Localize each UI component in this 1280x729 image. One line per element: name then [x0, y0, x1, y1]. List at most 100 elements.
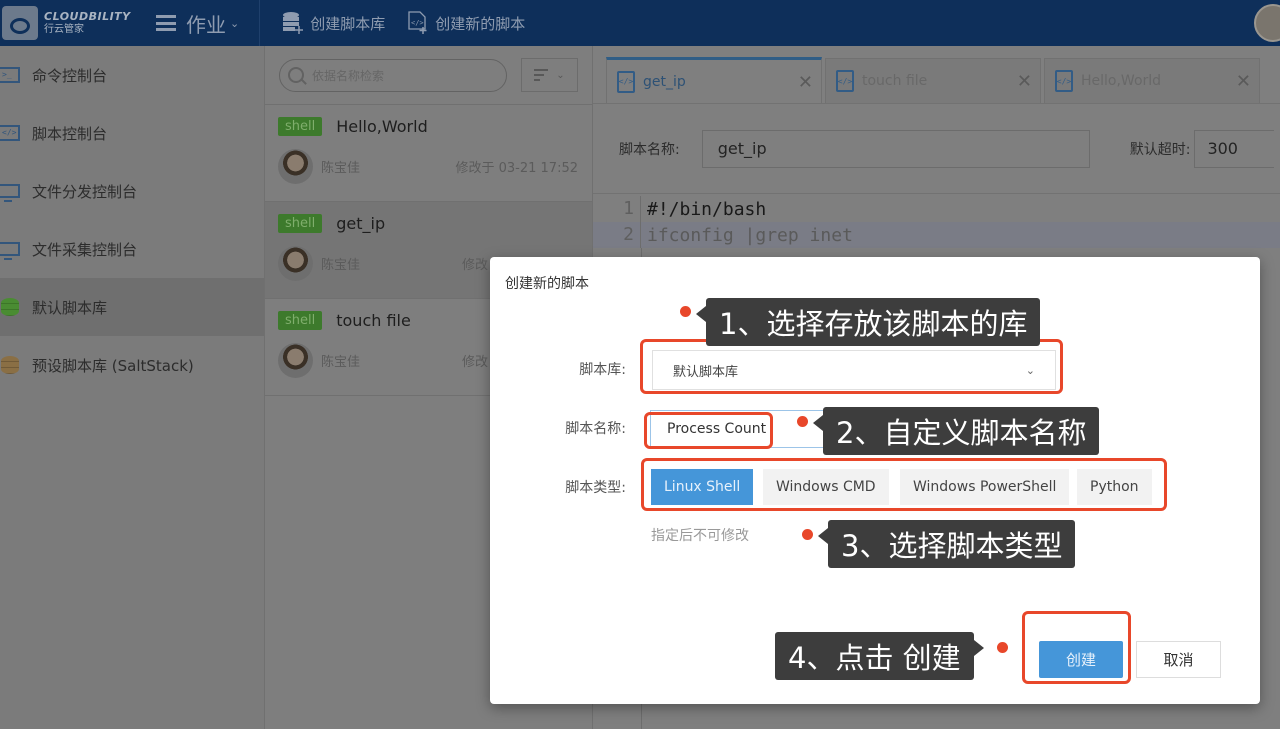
chevron-down-icon: ⌄ — [230, 16, 240, 30]
annotation-dot — [797, 416, 808, 427]
file-code-add-icon: </> — [408, 11, 427, 34]
sidebar-item-script-console[interactable]: </> 脚本控制台 — [0, 104, 264, 162]
logo: CLOUDBILITY 行云管家 — [0, 0, 150, 46]
line-number: 1 — [593, 196, 641, 222]
script-type-tag: shell — [278, 117, 323, 136]
database-icon — [1, 356, 19, 374]
script-name-label: 脚本名称: — [565, 421, 626, 437]
tab-label: Hello,World — [1081, 73, 1162, 89]
create-script-label: 创建新的脚本 — [435, 14, 526, 33]
chevron-down-icon: ⌄ — [556, 69, 565, 81]
avatar — [278, 149, 313, 184]
job-menu-button[interactable]: 作业 ⌄ — [156, 9, 239, 38]
annotation-highlight-type — [641, 458, 1167, 511]
script-list-item[interactable]: shell Hello,World 陈宝佳 修改于 03-21 17:52 — [265, 105, 592, 202]
annotation-highlight-create — [1022, 611, 1131, 684]
logo-icon — [2, 6, 38, 40]
script-type-tag: shell — [278, 214, 323, 233]
script-modified: 修改 — [461, 355, 488, 370]
close-icon[interactable]: ✕ — [1017, 71, 1032, 92]
sidebar-item-label: 预设脚本库 (SaltStack) — [32, 356, 194, 375]
sidebar-item-command-console[interactable]: >_ 命令控制台 — [0, 46, 264, 104]
sort-icon — [534, 69, 549, 81]
sidebar-item-label: 脚本控制台 — [32, 124, 108, 143]
terminal-icon: >_ — [0, 67, 20, 83]
search-icon — [288, 67, 304, 83]
script-name: get_ip — [336, 214, 386, 233]
annotation-step-3: 3、选择脚本类型 — [817, 520, 1076, 568]
dialog-title: 创建新的脚本 — [505, 276, 589, 292]
annotation-dot — [680, 306, 691, 317]
close-icon[interactable]: ✕ — [798, 72, 813, 93]
script-name-field[interactable] — [701, 129, 1090, 168]
annotation-highlight-name — [644, 412, 773, 449]
file-collect-icon — [0, 242, 20, 260]
sidebar-item-label: 文件分发控制台 — [32, 182, 138, 201]
hamburger-icon — [156, 15, 176, 31]
job-menu-label: 作业 — [186, 12, 226, 37]
sort-dropdown[interactable]: ⌄ — [521, 58, 578, 92]
editor-tabs: </> get_ip ✕ </> touch file ✕ </> Hello,… — [593, 46, 1280, 104]
logo-text-en: CLOUDBILITY — [44, 10, 131, 23]
top-header: CLOUDBILITY 行云管家 作业 ⌄ 创建脚本库 </> 创建新的脚本 — [0, 0, 1280, 46]
sidebar-item-label: 命令控制台 — [32, 66, 108, 85]
file-code-icon: </> — [836, 70, 854, 92]
type-hint: 指定后不可修改 — [651, 528, 749, 544]
create-library-button[interactable]: 创建脚本库 — [282, 11, 385, 35]
script-author: 陈宝佳 — [321, 258, 361, 273]
line-number: 2 — [593, 222, 641, 248]
sidebar: >_ 命令控制台 </> 脚本控制台 文件分发控制台 文件采集控制台 默认脚本库… — [0, 46, 265, 729]
code-text: ifconfig |grep inet — [647, 224, 853, 246]
annotation-dot — [802, 529, 813, 540]
user-avatar[interactable] — [1254, 4, 1280, 42]
avatar — [278, 343, 313, 378]
script-name-label: 脚本名称: — [619, 141, 680, 158]
script-name: Hello,World — [336, 117, 428, 136]
sidebar-item-label: 默认脚本库 — [32, 298, 108, 317]
svg-text:</>: </> — [411, 19, 424, 27]
code-line: 1 #!/bin/bash — [593, 196, 1280, 222]
tab-label: get_ip — [643, 73, 686, 90]
header-divider — [259, 0, 261, 46]
tab-hello-world[interactable]: </> Hello,World ✕ — [1044, 58, 1260, 103]
avatar — [278, 246, 313, 281]
script-author: 陈宝佳 — [321, 161, 361, 176]
code-text: #!/bin/bash — [647, 198, 767, 220]
script-author: 陈宝佳 — [321, 355, 361, 370]
code-editor[interactable]: 1 #!/bin/bash 2 ifconfig |grep inet — [593, 196, 1280, 248]
tab-touch-file[interactable]: </> touch file ✕ — [825, 58, 1041, 103]
annotation-highlight-library — [640, 339, 1063, 394]
script-type-tag: shell — [278, 311, 323, 330]
script-name: touch file — [336, 311, 411, 330]
annotation-step-4: 4、点击 创建 — [775, 632, 984, 680]
code-console-icon: </> — [0, 125, 20, 141]
sidebar-item-default-library[interactable]: 默认脚本库 — [0, 278, 264, 336]
sidebar-item-label: 文件采集控制台 — [32, 240, 138, 259]
sidebar-item-saltstack-library[interactable]: 预设脚本库 (SaltStack) — [0, 336, 264, 394]
script-type-label: 脚本类型: — [565, 480, 626, 496]
search-placeholder: 依据名称检索 — [312, 68, 385, 83]
tab-get-ip[interactable]: </> get_ip ✕ — [606, 57, 822, 103]
code-line: 2 ifconfig |grep inet — [593, 222, 1280, 248]
sidebar-item-file-distribute[interactable]: 文件分发控制台 — [0, 162, 264, 220]
create-script-button[interactable]: </> 创建新的脚本 — [407, 11, 525, 35]
database-add-icon — [283, 12, 304, 34]
annotation-step-1: 1、选择存放该脚本的库 — [695, 298, 1041, 346]
cancel-button[interactable]: 取消 — [1136, 641, 1221, 678]
script-modified: 修改于 03-21 17:52 — [455, 161, 578, 176]
annotation-step-2: 2、自定义脚本名称 — [812, 407, 1100, 455]
file-distribute-icon — [0, 184, 20, 202]
file-code-icon: </> — [1055, 70, 1073, 92]
library-label: 脚本库: — [579, 362, 626, 378]
sidebar-item-file-collect[interactable]: 文件采集控制台 — [0, 220, 264, 278]
annotation-dot — [997, 642, 1008, 653]
database-icon — [1, 298, 19, 316]
timeout-field[interactable] — [1194, 129, 1275, 168]
close-icon[interactable]: ✕ — [1236, 71, 1251, 92]
script-modified: 修改 — [461, 258, 488, 273]
tab-label: touch file — [862, 73, 928, 89]
timeout-label: 默认超时: — [1129, 141, 1191, 158]
file-code-icon: </> — [617, 70, 635, 93]
create-library-label: 创建脚本库 — [310, 14, 386, 33]
search-input[interactable]: 依据名称检索 — [279, 58, 507, 92]
